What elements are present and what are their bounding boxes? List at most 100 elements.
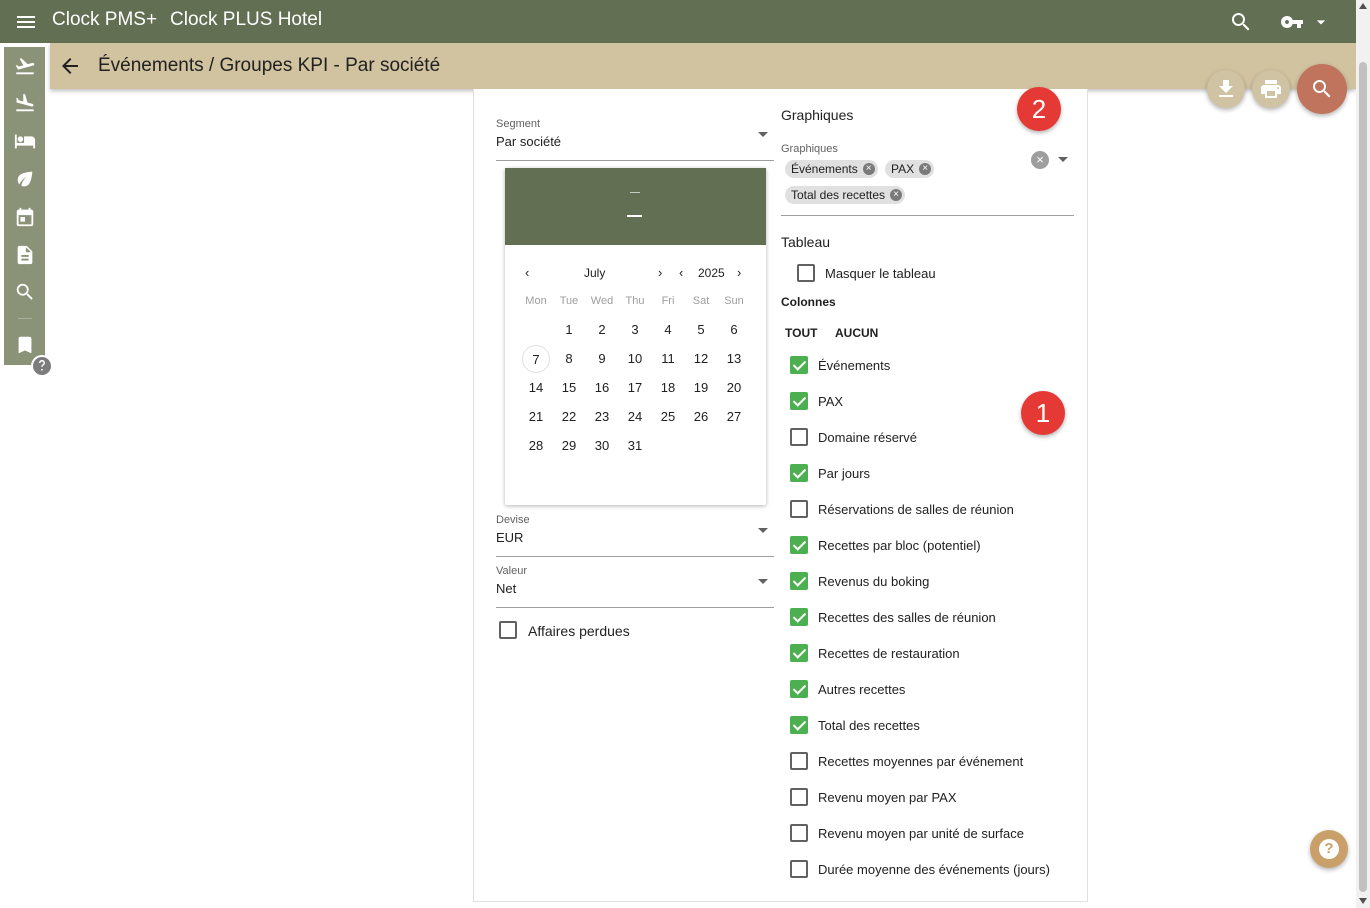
calendar-day[interactable]: 3 <box>621 316 649 344</box>
search-icon[interactable] <box>14 281 36 303</box>
checkbox[interactable] <box>790 716 808 734</box>
checkbox[interactable] <box>790 824 808 842</box>
calendar-day[interactable]: 2 <box>588 316 616 344</box>
calendar-day[interactable]: 6 <box>720 316 748 344</box>
remove-chip-close-icon[interactable]: × <box>890 189 903 201</box>
prev-year-chevron-left-icon[interactable]: ‹ <box>679 265 683 280</box>
calendar-day[interactable]: 5 <box>687 316 715 344</box>
calendar-day[interactable]: 20 <box>720 374 748 402</box>
column-checkbox-label: Revenu moyen par unité de surface <box>818 826 1024 841</box>
calendar-month[interactable]: July <box>584 266 605 280</box>
calendar-day[interactable]: 16 <box>588 374 616 402</box>
segment-select[interactable]: Segment Par société <box>496 118 774 161</box>
chevron-down-icon <box>758 528 768 533</box>
calendar-day[interactable]: 14 <box>522 374 550 402</box>
hotel-name[interactable]: Clock PLUS Hotel <box>170 9 322 31</box>
checkbox[interactable] <box>790 464 808 482</box>
value-select[interactable]: Valeur Net <box>496 565 774 608</box>
calendar-day[interactable]: 15 <box>555 374 583 402</box>
nav-help-question-icon[interactable] <box>31 355 53 377</box>
page-scrollbar[interactable] <box>1356 0 1370 908</box>
checkbox[interactable] <box>790 536 808 554</box>
value-label: Valeur <box>496 565 527 577</box>
calendar-day[interactable]: 24 <box>621 403 649 431</box>
calendar-day[interactable]: 30 <box>588 432 616 460</box>
calendar-day[interactable]: 7 <box>522 345 550 373</box>
checkbox[interactable] <box>790 392 808 410</box>
print-button[interactable] <box>1252 70 1290 108</box>
prev-month-chevron-left-icon[interactable]: ‹ <box>525 265 529 280</box>
segment-value: Par société <box>496 134 562 149</box>
remove-chip-close-icon[interactable]: × <box>862 163 875 175</box>
select-none-button[interactable]: AUCUN <box>835 326 878 340</box>
checkbox[interactable] <box>790 644 808 662</box>
calendar-day[interactable]: 17 <box>621 374 649 402</box>
key-icon[interactable] <box>1280 10 1304 34</box>
calendar-day[interactable]: 31 <box>621 432 649 460</box>
search-icon[interactable] <box>1229 10 1253 34</box>
checkbox[interactable] <box>790 788 808 806</box>
checkbox[interactable] <box>499 621 517 639</box>
clear-selection-close-icon[interactable]: × <box>1031 151 1049 169</box>
remove-chip-close-icon[interactable]: × <box>919 163 932 175</box>
scroll-up-arrow-icon[interactable] <box>1359 3 1367 9</box>
calendar-day[interactable]: 28 <box>522 432 550 460</box>
next-year-chevron-right-icon[interactable]: › <box>737 265 741 280</box>
calendar-day[interactable]: 8 <box>555 345 583 373</box>
checkbox[interactable] <box>790 860 808 878</box>
checkbox[interactable] <box>797 264 815 282</box>
download-button[interactable] <box>1207 70 1245 108</box>
checkbox[interactable] <box>790 572 808 590</box>
chevron-down-icon[interactable] <box>1058 157 1068 162</box>
account-menu-chevron-down-icon[interactable] <box>1311 12 1331 32</box>
calendar-day[interactable]: 22 <box>555 403 583 431</box>
help-question-icon: ? <box>1319 839 1339 859</box>
leaf-icon[interactable] <box>14 168 36 190</box>
column-checkbox-label: Recettes moyennes par événement <box>818 754 1024 769</box>
run-search-button[interactable] <box>1297 64 1347 114</box>
hamburger-menu-icon[interactable] <box>14 10 38 34</box>
help-button[interactable]: ? <box>1310 830 1348 868</box>
calendar-day[interactable]: 4 <box>654 316 682 344</box>
scroll-down-arrow-icon[interactable] <box>1359 898 1367 904</box>
page-header-bar: Événements / Groupes KPI - Par société <box>50 43 1356 89</box>
calendar-day[interactable]: 21 <box>522 403 550 431</box>
arrivals-icon[interactable] <box>14 55 36 77</box>
column-checkbox-label: Recettes de restauration <box>818 646 960 661</box>
bed-icon[interactable] <box>14 130 36 152</box>
graphs-multiselect[interactable]: Graphiques Événements × PAX × Total des rece… <box>781 143 1074 216</box>
calendar-day[interactable]: 18 <box>654 374 682 402</box>
calendar-day[interactable]: 29 <box>555 432 583 460</box>
checkbox[interactable] <box>790 752 808 770</box>
calendar-day[interactable]: 27 <box>720 403 748 431</box>
graph-chip: PAX × <box>885 160 935 178</box>
departures-icon[interactable] <box>14 92 36 114</box>
arrow-left-icon[interactable] <box>58 54 82 78</box>
calendar-day[interactable]: 26 <box>687 403 715 431</box>
calendar-day[interactable]: 10 <box>621 345 649 373</box>
calendar-day[interactable]: 19 <box>687 374 715 402</box>
calendar-day[interactable]: 1 <box>555 316 583 344</box>
column-checkbox-label: Recettes par bloc (potentiel) <box>818 538 981 553</box>
checkbox[interactable] <box>790 680 808 698</box>
calendar-day[interactable]: 12 <box>687 345 715 373</box>
calendar-day[interactable]: 9 <box>588 345 616 373</box>
weekday-header: Thu <box>625 295 645 307</box>
checkbox[interactable] <box>790 500 808 518</box>
document-icon[interactable] <box>14 244 36 266</box>
calendar-day[interactable]: 25 <box>654 403 682 431</box>
bookmark-icon[interactable] <box>14 334 36 356</box>
currency-select[interactable]: Devise EUR <box>496 514 774 557</box>
calendar-year[interactable]: 2025 <box>698 266 725 280</box>
calendar-day[interactable]: 23 <box>588 403 616 431</box>
checkbox[interactable] <box>790 428 808 446</box>
scroll-thumb[interactable] <box>1359 62 1367 892</box>
next-month-chevron-right-icon[interactable]: › <box>658 265 662 280</box>
select-all-button[interactable]: TOUT <box>785 326 817 340</box>
calendar-day[interactable]: 13 <box>720 345 748 373</box>
calendar-icon[interactable] <box>14 206 36 228</box>
graph-chip: Événements × <box>785 160 878 178</box>
checkbox[interactable] <box>790 608 808 626</box>
checkbox[interactable] <box>790 356 808 374</box>
calendar-day[interactable]: 11 <box>654 345 682 373</box>
